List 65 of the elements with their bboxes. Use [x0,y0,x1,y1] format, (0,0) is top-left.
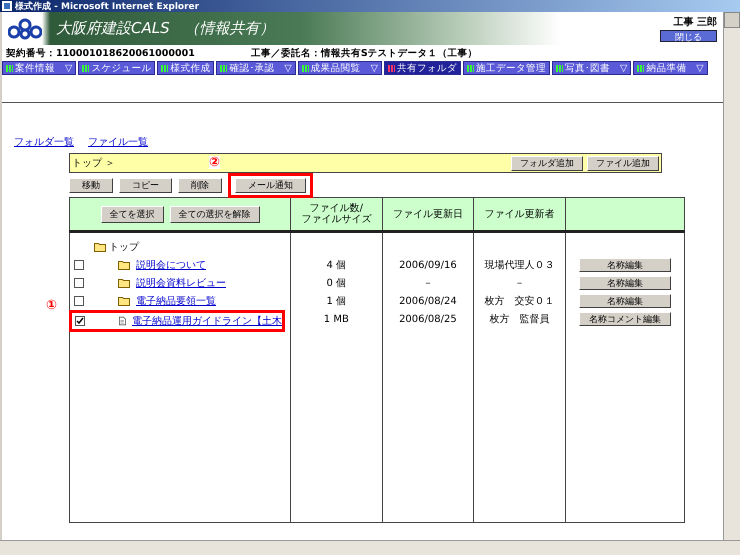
item-link[interactable]: 電子納品要領一覧 [136,294,216,308]
horizontal-scrollbar[interactable] [0,540,740,555]
item-link[interactable]: 電子納品運用ガイドライン【土木 [132,314,282,328]
nav-tab[interactable]: 施工データ管理 [462,61,550,75]
action-button[interactable]: 移動 [69,178,113,192]
nav-tab[interactable]: 共有フォルダ [384,61,461,75]
folder-name: トップ [109,240,139,254]
add-button[interactable]: フォルダ追加 [511,156,583,170]
table-cell-text: － [513,277,526,291]
table-cell-text: － [422,277,434,291]
table-cell-text: 1 MB [322,312,350,326]
action-button[interactable]: コピー [119,178,172,192]
checkbox[interactable] [74,260,84,270]
browser-icon [2,1,12,11]
column-header: ファイル更新者 [474,198,566,232]
breadcrumb: トップ ＞ [72,156,116,170]
nav-tab[interactable]: 写真･図書 ▽ [552,61,632,75]
vertical-scrollbar[interactable] [723,12,740,540]
table-cell-text: 2006/09/16 [398,258,458,272]
nav-link[interactable]: フォルダ一覧 [14,135,74,149]
nav-tab[interactable]: 様式作成 [157,61,214,75]
folder-icon [94,242,106,252]
item-link[interactable]: 説明会について [136,258,206,272]
nav-tab[interactable]: 成果品閲覧 ▽ [298,61,382,75]
user-name: 工事 三郎 [674,15,717,29]
contract-number: 契約番号：110001018620061000001 [6,47,195,60]
callout-number: ① [46,299,58,312]
table-cell-text: 現場代理人０３ [483,259,556,273]
table-cell-text: 2006/08/25 [398,312,458,326]
rename-button[interactable]: 名称編集 [578,276,671,290]
nav-tab[interactable]: 納品準備 ▽ [633,61,708,75]
table-cell-text: 1 個 [326,295,348,309]
logo-icon [8,18,42,40]
rename-button[interactable]: 名称編集 [578,294,671,308]
callout-number: ② [209,156,220,168]
add-button[interactable]: ファイル追加 [587,156,659,170]
nav-tab[interactable]: 案件情報 ▽ [2,61,76,75]
table-cell-text: 枚方 交安０１ [483,294,556,309]
folder-icon [118,278,130,288]
checkbox[interactable] [74,278,84,288]
table-cell-text: 4 個 [326,259,348,273]
rename-button[interactable]: 名称編集 [578,258,671,272]
action-button[interactable]: メール通知 [235,178,306,192]
table-cell-text: 枚方 監督員 [488,312,550,327]
project-name: 工事／委託名：情報共有Sテストデータ１（工事） [250,47,478,60]
table-cell-text: 0 個 [326,277,348,291]
folder-icon [118,296,130,306]
rename-button[interactable]: 名称コメント編集 [578,312,671,326]
folder-icon [118,260,130,270]
close-button[interactable]: 閉じる [660,30,717,42]
nav-tab[interactable]: 確認･承認 ▽ [216,61,296,75]
document-icon [119,315,126,327]
nav-link[interactable]: ファイル一覧 [88,135,148,149]
checkbox[interactable] [74,296,84,306]
item-link[interactable]: 説明会資料レビュー [136,276,226,290]
column-header: ファイル更新日 [382,198,474,232]
window-title: 様式作成 - Microsoft Internet Explorer [15,0,200,12]
deselect-all-button[interactable]: 全ての選択を解除 [170,206,260,222]
column-header: ファイル数/ ファイルサイズ [290,198,382,232]
nav-tab[interactable]: スケジュール [78,61,156,75]
select-all-button[interactable]: 全てを選択 [100,206,164,222]
table-cell-text: 2006/08/24 [398,294,458,308]
site-title: 大阪府建設CALS （情報共有） [56,19,276,38]
action-button[interactable]: 削除 [178,178,222,192]
checkbox[interactable] [75,316,85,326]
